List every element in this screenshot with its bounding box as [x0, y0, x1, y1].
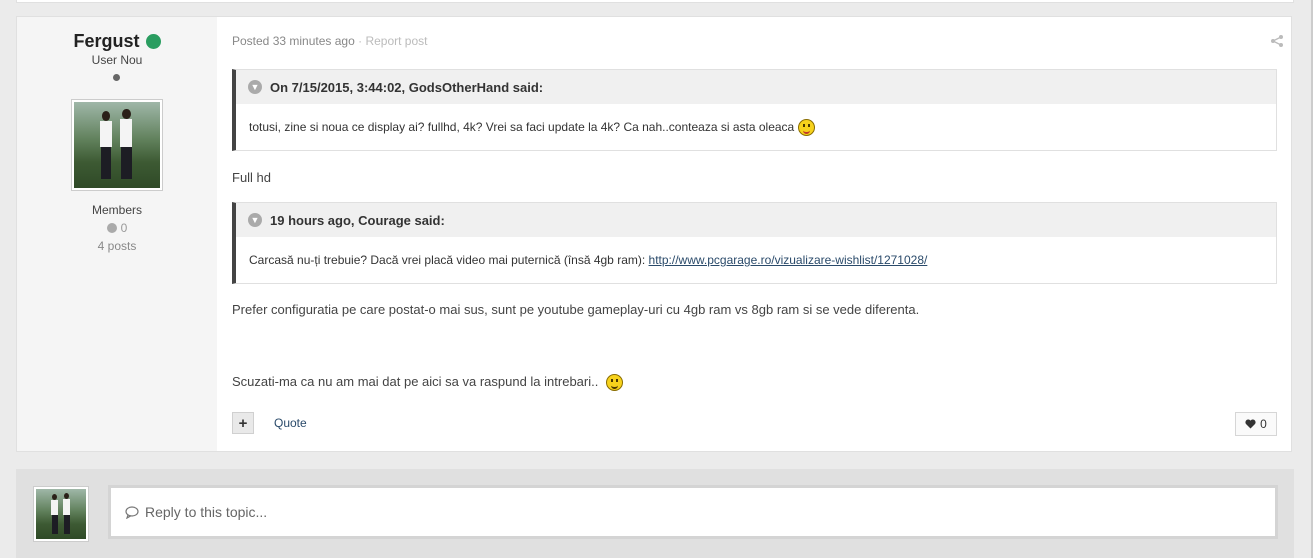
quote-content: Carcasă nu-ți trebuie? Dacă vrei placă v… [236, 237, 1276, 283]
reply-area: Reply to this topic... [16, 469, 1294, 558]
avatar-photo [74, 102, 160, 188]
previous-post-edge [16, 0, 1294, 3]
forum-post: Fergust User Nou Members 0 4 posts Poste… [16, 16, 1292, 452]
reaction-button[interactable]: 0 [1235, 412, 1277, 436]
quote-text: totusi, zine si noua ce display ai? full… [249, 120, 795, 134]
reputation-value: 0 [120, 221, 128, 235]
author-name-row: Fergust [17, 31, 217, 52]
meta-separator: · [358, 34, 363, 48]
avatar-photo [36, 489, 86, 539]
post-meta: Posted 33 minutes ago · Report post [232, 34, 427, 48]
comment-icon [125, 505, 139, 519]
reply-input[interactable]: Reply to this topic... [108, 485, 1278, 539]
reaction-count: 0 [1260, 417, 1267, 431]
report-post-link[interactable]: Report post [365, 34, 427, 48]
author-reputation: 0 [17, 221, 217, 235]
author-group: Members [91, 203, 142, 217]
quote-content: totusi, zine si noua ce display ai? full… [236, 104, 1276, 150]
post-text: Scuzati-ma ca nu am mai dat pe aici sa v… [232, 374, 599, 389]
quote-block: ▼ On 7/15/2015, 3:44:02, GodsOtherHand s… [232, 69, 1277, 151]
author-post-count: 4 posts [97, 239, 137, 253]
quote-header[interactable]: ▼ 19 hours ago, Courage said: [236, 203, 1276, 237]
post-text-row: Scuzati-ma ca nu am mai dat pe aici sa v… [232, 374, 623, 392]
quote-button[interactable]: Quote [274, 416, 307, 430]
author-avatar[interactable] [71, 99, 163, 191]
reputation-icon [106, 223, 117, 233]
author-panel: Fergust User Nou Members 0 4 posts [17, 17, 217, 451]
chevron-down-icon[interactable]: ▼ [248, 80, 262, 94]
author-name[interactable]: Fergust [73, 31, 139, 52]
author-title: User Nou [91, 53, 143, 67]
current-user-avatar[interactable] [33, 486, 89, 542]
tongue-emoji-icon [798, 118, 816, 136]
chevron-down-icon[interactable]: ▼ [248, 213, 262, 227]
share-icon[interactable] [1271, 35, 1283, 50]
quote-citation: 19 hours ago, Courage said: [270, 212, 445, 228]
quote-citation: On 7/15/2015, 3:44:02, GodsOtherHand sai… [270, 79, 544, 95]
smile-emoji-icon [605, 374, 623, 392]
rank-pip-icon [113, 74, 120, 81]
heart-icon [1245, 419, 1256, 429]
quote-header[interactable]: ▼ On 7/15/2015, 3:44:02, GodsOtherHand s… [236, 70, 1276, 104]
multiquote-add-button[interactable]: + [232, 412, 254, 434]
post-text: Prefer configuratia pe care postat-o mai… [232, 302, 920, 317]
post-date[interactable]: Posted 33 minutes ago [232, 34, 355, 48]
reply-placeholder: Reply to this topic... [145, 504, 268, 520]
wishlist-link[interactable]: http://www.pcgarage.ro/vizualizare-wishl… [649, 253, 928, 267]
quote-block: ▼ 19 hours ago, Courage said: Carcasă nu… [232, 202, 1277, 284]
online-status-icon [145, 34, 161, 49]
post-text: Full hd [232, 170, 272, 185]
quote-text: Carcasă nu-ți trebuie? Dacă vrei placă v… [249, 253, 646, 267]
